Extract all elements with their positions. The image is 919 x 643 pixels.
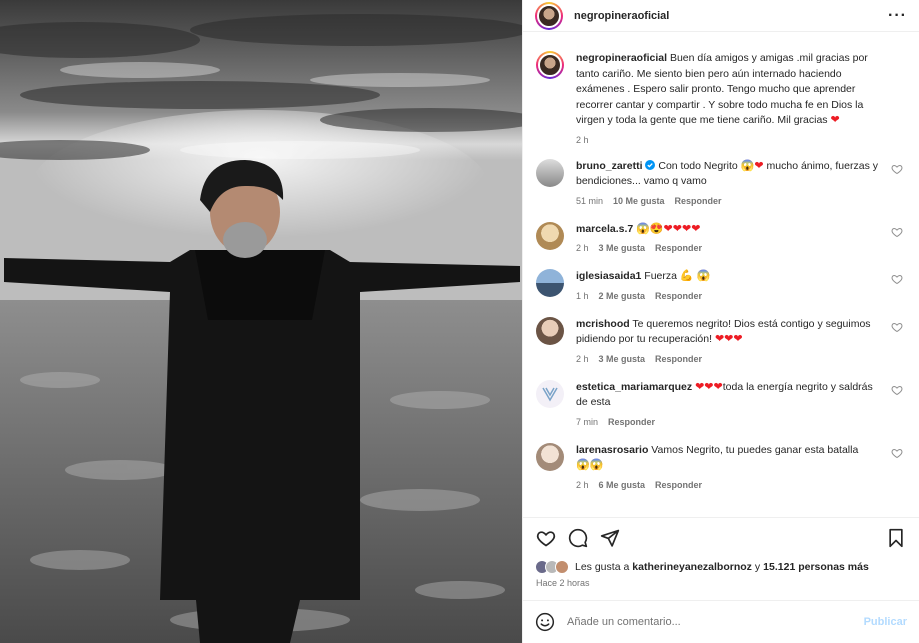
caption-avatar[interactable]: [536, 51, 564, 79]
comment-likes[interactable]: 10 Me gusta: [613, 196, 665, 206]
commenter-avatar[interactable]: [536, 379, 564, 408]
likes-prefix: Les gusta a: [575, 561, 630, 573]
commenter-username[interactable]: bruno_zaretti: [576, 160, 643, 172]
like-heart-icon[interactable]: [535, 527, 557, 549]
share-paper-plane-icon[interactable]: [599, 527, 621, 549]
reply-button[interactable]: Responder: [608, 417, 655, 427]
comment-time[interactable]: 7 min: [576, 417, 598, 427]
post-details-panel: negropineraoficial ··· negropineraoficia…: [522, 0, 919, 643]
caption: negropineraoficial Buen día amigos y ami…: [536, 51, 905, 145]
post-actions-bar: [523, 517, 919, 557]
likes-count[interactable]: 15.121 personas más: [763, 561, 869, 573]
emoji-smiley-icon[interactable]: [535, 612, 555, 632]
comment-text: Con todo Negrito: [658, 159, 738, 172]
comment-likes[interactable]: 3 Me gusta: [599, 243, 646, 253]
commenter-avatar[interactable]: [536, 316, 564, 345]
commenter-avatar[interactable]: [536, 269, 564, 297]
reply-button[interactable]: Responder: [675, 196, 722, 206]
author-avatar[interactable]: [535, 1, 563, 30]
reply-button[interactable]: Responder: [655, 354, 702, 364]
post-timestamp[interactable]: Hace 2 horas: [536, 578, 590, 588]
likes-summary[interactable]: Les gusta a katherineyanezalbornoz y 15.…: [535, 557, 907, 577]
hands-over-mouth-emoji-icon: 😱😱: [576, 459, 604, 471]
liker-avatars: [535, 560, 569, 574]
reply-button[interactable]: Responder: [655, 480, 702, 490]
bookmark-icon[interactable]: [885, 527, 907, 549]
comment-item: estetica_mariamarquez ❤❤❤toda la energía…: [536, 379, 905, 427]
liker-username[interactable]: katherineyanezalbornoz: [632, 561, 752, 573]
commenter-username[interactable]: mcrishood: [576, 318, 630, 330]
comment-bubble-icon[interactable]: [567, 527, 589, 549]
commenter-avatar[interactable]: [536, 158, 564, 187]
flexed-biceps-emoji-icon: 💪: [679, 270, 694, 282]
post-header: negropineraoficial ···: [523, 0, 919, 32]
caption-username[interactable]: negropineraoficial: [576, 52, 667, 64]
heart-eyes-emoji-icon: 😍: [649, 222, 664, 235]
like-heart-icon[interactable]: [891, 273, 903, 285]
comment-item: marcela.s.7 😱😍❤❤❤❤ 2 h 3 Me gusta Respon…: [536, 221, 905, 253]
like-heart-icon[interactable]: [891, 321, 903, 333]
like-heart-icon[interactable]: [891, 163, 903, 175]
reply-button[interactable]: Responder: [655, 243, 702, 253]
comment-time[interactable]: 1 h: [576, 291, 589, 301]
comment-time[interactable]: 2 h: [576, 354, 589, 364]
reply-button[interactable]: Responder: [655, 291, 702, 301]
red-heart-icon: ❤❤❤: [714, 333, 743, 345]
hands-over-mouth-emoji-icon: 😱: [636, 222, 650, 235]
post-image: [0, 0, 522, 643]
like-heart-icon[interactable]: [891, 226, 903, 238]
commenter-avatar[interactable]: [536, 221, 564, 250]
commenter-username[interactable]: larenasrosario: [576, 444, 648, 456]
commenter-username[interactable]: estetica_mariamarquez: [576, 381, 692, 393]
comment-likes[interactable]: 3 Me gusta: [599, 354, 646, 364]
like-heart-icon[interactable]: [891, 447, 903, 459]
comment-item: iglesiasaida1 Fuerza 💪 😱 1 h 2 Me gusta …: [536, 269, 905, 301]
commenter-username[interactable]: marcela.s.7: [576, 223, 633, 235]
post-photo[interactable]: [0, 0, 522, 643]
red-heart-icon: ❤❤❤: [695, 380, 723, 393]
comment-input[interactable]: [567, 616, 864, 628]
hands-over-mouth-emoji-icon: 😱: [696, 270, 711, 282]
red-heart-icon: ❤: [830, 114, 840, 126]
instagram-post-modal: negropineraoficial ··· negropineraoficia…: [0, 0, 919, 643]
more-dots-icon[interactable]: ···: [888, 7, 907, 24]
comment-likes[interactable]: 6 Me gusta: [599, 480, 646, 490]
commenter-username[interactable]: iglesiasaida1: [576, 270, 641, 282]
comment-likes[interactable]: 2 Me gusta: [599, 291, 646, 301]
verified-badge-icon: [645, 159, 656, 170]
hands-over-mouth-emoji-icon: 😱: [740, 159, 755, 172]
commenter-avatar[interactable]: [536, 442, 564, 471]
like-heart-icon[interactable]: [891, 384, 903, 396]
comment-time[interactable]: 2 h: [576, 243, 589, 253]
comments-list[interactable]: negropineraoficial Buen día amigos y ami…: [523, 33, 919, 514]
comment-text: Vamos Negrito, tu puedes ganar esta bata…: [651, 443, 859, 456]
comment-time[interactable]: 2 h: [576, 480, 589, 490]
comment-time[interactable]: 51 min: [576, 196, 603, 206]
likes-middle: y: [754, 561, 761, 573]
red-heart-icon: ❤: [754, 159, 764, 172]
comment-text: Fuerza: [644, 270, 677, 282]
comment-item: mcrishood Te queremos negrito! Dios está…: [536, 316, 905, 364]
caption-time[interactable]: 2 h: [576, 135, 589, 145]
author-username[interactable]: negropineraoficial: [574, 10, 669, 22]
comment-item: larenasrosario Vamos Negrito, tu puedes …: [536, 442, 905, 490]
add-comment-bar: Publicar: [523, 600, 919, 643]
brand-logo-icon: [542, 387, 558, 401]
comment-item: bruno_zaretti Con todo Negrito 😱❤ mucho …: [536, 158, 905, 206]
red-heart-icon: ❤❤❤❤: [663, 222, 701, 235]
publish-button[interactable]: Publicar: [864, 616, 907, 628]
